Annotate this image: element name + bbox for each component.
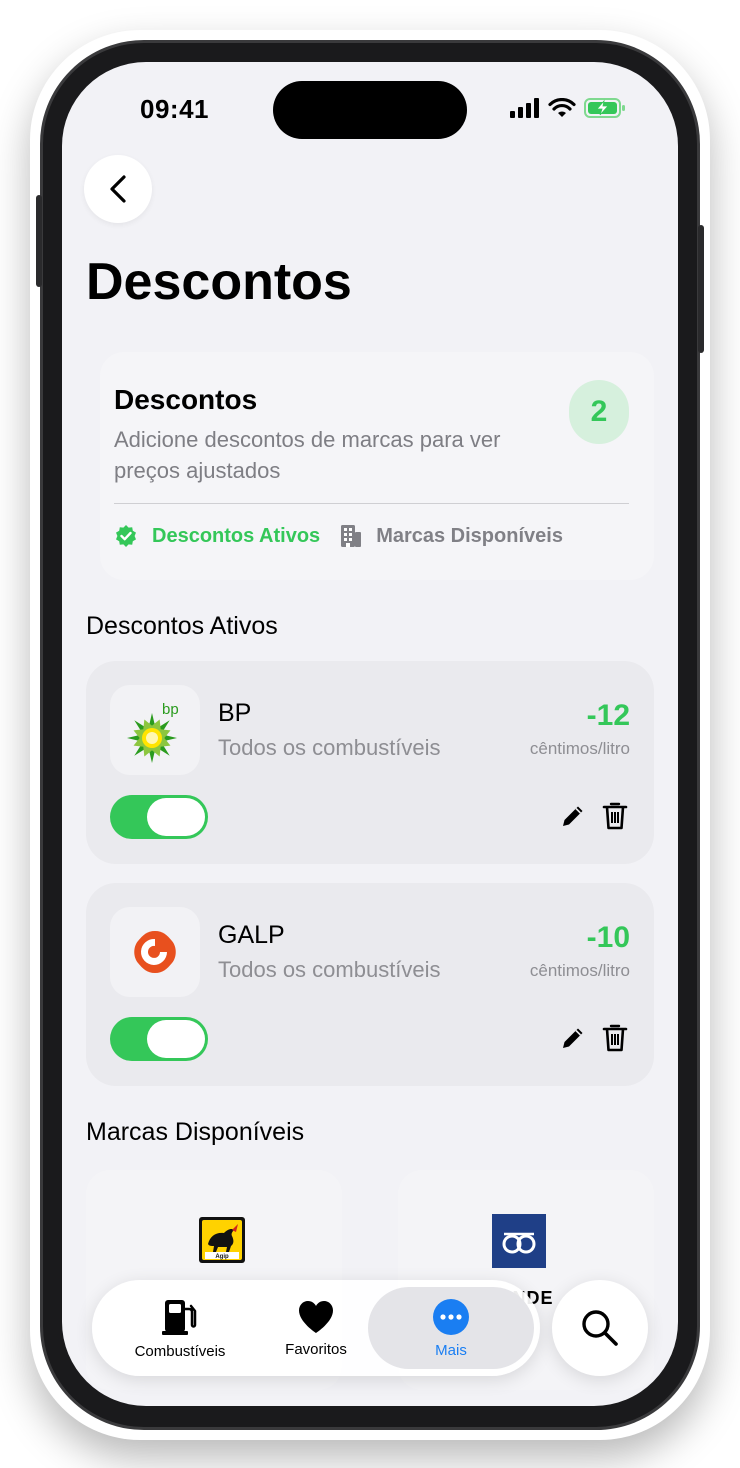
- back-button[interactable]: [84, 155, 152, 223]
- status-time: 09:41: [140, 94, 209, 124]
- fuel-pump-icon: [162, 1299, 197, 1335]
- device-side-button-right: [698, 225, 704, 353]
- pencil-icon: [563, 1028, 583, 1048]
- link-active-discounts-label: Descontos Ativos: [152, 524, 321, 547]
- tab-label: Mais: [435, 1341, 467, 1359]
- trash-icon: [602, 1024, 628, 1052]
- active-count-badge: 2: [569, 380, 629, 444]
- galp-logo: [110, 907, 200, 997]
- santander-logo: [492, 1214, 546, 1273]
- tab-label: Combustíveis: [134, 1342, 226, 1360]
- brand-name: GALP: [218, 921, 285, 949]
- tab-combustiveis[interactable]: Combustíveis: [110, 1280, 250, 1376]
- edit-button[interactable]: [560, 1025, 586, 1056]
- enable-toggle[interactable]: [110, 1017, 208, 1061]
- discount-unit: cêntimos/litro: [529, 739, 630, 758]
- search-icon: [582, 1310, 618, 1346]
- link-available-brands-label: Marcas Disponíveis: [376, 524, 563, 547]
- svg-text:bp: bp: [162, 701, 179, 718]
- pencil-icon: [563, 806, 583, 826]
- delete-button[interactable]: [602, 1023, 628, 1058]
- tab-favoritos[interactable]: Favoritos: [250, 1280, 382, 1376]
- link-active-discounts[interactable]: Descontos Ativos: [114, 524, 320, 548]
- agip-logo: Agip: [198, 1216, 246, 1269]
- summary-card: Descontos Adicione descontos de marcas p…: [100, 352, 654, 580]
- summary-description: Adicione descontos de marcas para ver pr…: [114, 427, 501, 483]
- device-side-button-left: [36, 195, 42, 287]
- active-discounts-heading: Descontos Ativos: [86, 612, 278, 640]
- building-icon: [340, 524, 362, 548]
- edit-button[interactable]: [560, 803, 586, 834]
- verified-badge-icon: [114, 524, 138, 548]
- delete-button[interactable]: [602, 801, 628, 836]
- app-screen: 09:41 Descontos Descontos Adicione desco…: [62, 62, 678, 1406]
- discount-unit: cêntimos/litro: [529, 961, 630, 980]
- bp-logo: bp: [110, 685, 200, 775]
- link-available-brands[interactable]: Marcas Disponíveis: [340, 524, 563, 548]
- wifi-icon: [548, 98, 576, 117]
- discount-value: -10: [586, 921, 630, 954]
- enable-toggle[interactable]: [110, 795, 208, 839]
- discount-card-bp[interactable]: bp BP Todos os combustíveis -12 cêntimos…: [86, 661, 654, 864]
- battery-charging-icon: [584, 98, 625, 118]
- toggle-knob: [147, 798, 205, 836]
- trash-icon: [602, 802, 628, 830]
- tab-label: Favoritos: [285, 1340, 347, 1358]
- toggle-knob: [147, 1020, 205, 1058]
- chevron-left-icon: [110, 175, 126, 203]
- fuel-scope: Todos os combustíveis: [218, 957, 441, 982]
- fuel-scope: Todos os combustíveis: [218, 735, 441, 760]
- dynamic-island: [273, 81, 467, 139]
- tab-mais[interactable]: Mais: [382, 1280, 520, 1376]
- search-button[interactable]: [552, 1280, 648, 1376]
- page-title: Descontos: [86, 253, 352, 311]
- heart-icon: [299, 1300, 333, 1333]
- more-icon: [433, 1298, 469, 1335]
- summary-links: Descontos Ativos Marcas Disponíveis: [114, 524, 563, 548]
- available-brands-heading: Marcas Disponíveis: [86, 1118, 305, 1146]
- status-icons: [510, 98, 626, 118]
- cellular-signal-icon: [510, 98, 539, 118]
- brand-name: BP: [218, 699, 252, 727]
- tab-bar: Combustíveis Favoritos Mais: [92, 1280, 540, 1376]
- agip-logo-text: Agip: [215, 1254, 229, 1260]
- summary-title: Descontos: [114, 384, 258, 415]
- divider: [114, 503, 629, 504]
- discount-card-galp[interactable]: GALP Todos os combustíveis -10 cêntimos/…: [86, 883, 654, 1086]
- discount-value: -12: [586, 699, 630, 732]
